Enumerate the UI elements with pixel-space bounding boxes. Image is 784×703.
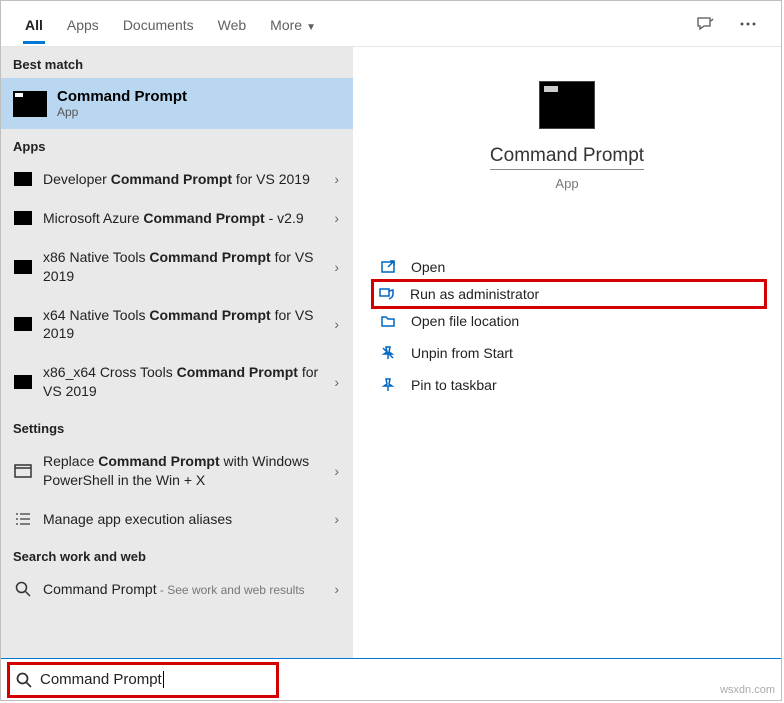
action-label: Pin to taskbar <box>411 377 497 393</box>
tab-documents[interactable]: Documents <box>111 5 206 43</box>
best-match-result[interactable]: Command Prompt App <box>1 78 353 129</box>
watermark: wsxdn.com <box>720 684 775 696</box>
settings-result[interactable]: Manage app execution aliases › <box>1 500 353 539</box>
app-result-label: x64 Native Tools Command Prompt for VS 2… <box>43 306 328 344</box>
cmd-icon <box>14 317 32 331</box>
chevron-right-icon[interactable]: › <box>328 463 345 479</box>
settings-result[interactable]: Replace Command Prompt with Windows Powe… <box>1 442 353 500</box>
app-result-label: x86_x64 Cross Tools Command Prompt for V… <box>43 363 328 401</box>
search-bar[interactable]: Command Prompt <box>1 658 781 700</box>
best-match-title: Command Prompt <box>57 88 187 105</box>
settings-result-label: Manage app execution aliases <box>43 510 328 529</box>
chevron-right-icon[interactable]: › <box>328 171 345 187</box>
action-unpin-start[interactable]: Unpin from Start <box>373 337 761 369</box>
cmd-icon <box>14 211 32 225</box>
app-result[interactable]: Developer Command Prompt for VS 2019 › <box>1 160 353 199</box>
shield-icon <box>376 286 398 302</box>
filter-tabs: All Apps Documents Web More ▼ <box>1 1 781 47</box>
search-input[interactable]: Command Prompt <box>40 671 164 688</box>
app-large-icon <box>539 81 595 129</box>
web-result[interactable]: Command Prompt - See work and web result… <box>1 570 353 609</box>
chevron-right-icon[interactable]: › <box>328 316 345 332</box>
app-result-label: Developer Command Prompt for VS 2019 <box>43 170 328 189</box>
tab-more-label: More <box>270 17 302 33</box>
results-panel: Best match Command Prompt App Apps Devel… <box>1 47 353 658</box>
tab-apps[interactable]: Apps <box>55 5 111 43</box>
tab-more[interactable]: More ▼ <box>258 5 328 43</box>
chevron-right-icon[interactable]: › <box>328 581 345 597</box>
cmd-icon <box>13 91 47 117</box>
app-result[interactable]: Microsoft Azure Command Prompt - v2.9 › <box>1 199 353 238</box>
section-settings: Settings <box>1 411 353 442</box>
chevron-right-icon[interactable]: › <box>328 511 345 527</box>
detail-subtitle: App <box>373 176 761 191</box>
app-result[interactable]: x86 Native Tools Command Prompt for VS 2… <box>1 238 353 296</box>
cmd-icon <box>14 375 32 389</box>
unpin-icon <box>377 345 399 361</box>
action-label: Open file location <box>411 313 519 329</box>
folder-icon <box>377 313 399 329</box>
app-result-label: x86 Native Tools Command Prompt for VS 2… <box>43 248 328 286</box>
more-options-icon[interactable] <box>727 9 769 39</box>
feedback-icon[interactable] <box>683 8 727 40</box>
chevron-right-icon[interactable]: › <box>328 210 345 226</box>
open-icon <box>377 259 399 275</box>
app-result[interactable]: x86_x64 Cross Tools Command Prompt for V… <box>1 353 353 411</box>
search-icon <box>13 581 33 597</box>
section-best-match: Best match <box>1 47 353 78</box>
cmd-icon <box>14 260 32 274</box>
app-result[interactable]: x64 Native Tools Command Prompt for VS 2… <box>1 296 353 354</box>
list-icon <box>13 511 33 527</box>
action-pin-taskbar[interactable]: Pin to taskbar <box>373 369 761 401</box>
detail-title[interactable]: Command Prompt <box>490 145 644 170</box>
section-web: Search work and web <box>1 539 353 570</box>
web-result-label: Command Prompt - See work and web result… <box>43 580 328 599</box>
action-open-file-location[interactable]: Open file location <box>373 305 761 337</box>
chevron-right-icon[interactable]: › <box>328 259 345 275</box>
tab-all[interactable]: All <box>13 5 55 43</box>
action-label: Unpin from Start <box>411 345 513 361</box>
chevron-down-icon: ▼ <box>306 22 316 33</box>
window-icon <box>13 463 33 479</box>
settings-result-label: Replace Command Prompt with Windows Powe… <box>43 452 328 490</box>
section-apps: Apps <box>1 129 353 160</box>
detail-panel: Command Prompt App Open Run as administr… <box>353 47 781 658</box>
pin-icon <box>377 377 399 393</box>
search-icon <box>16 672 32 688</box>
cmd-icon <box>14 172 32 186</box>
tab-web[interactable]: Web <box>206 5 259 43</box>
best-match-subtitle: App <box>57 105 187 119</box>
action-label: Open <box>411 259 445 275</box>
app-result-label: Microsoft Azure Command Prompt - v2.9 <box>43 209 328 228</box>
chevron-right-icon[interactable]: › <box>328 374 345 390</box>
action-label: Run as administrator <box>410 286 539 302</box>
